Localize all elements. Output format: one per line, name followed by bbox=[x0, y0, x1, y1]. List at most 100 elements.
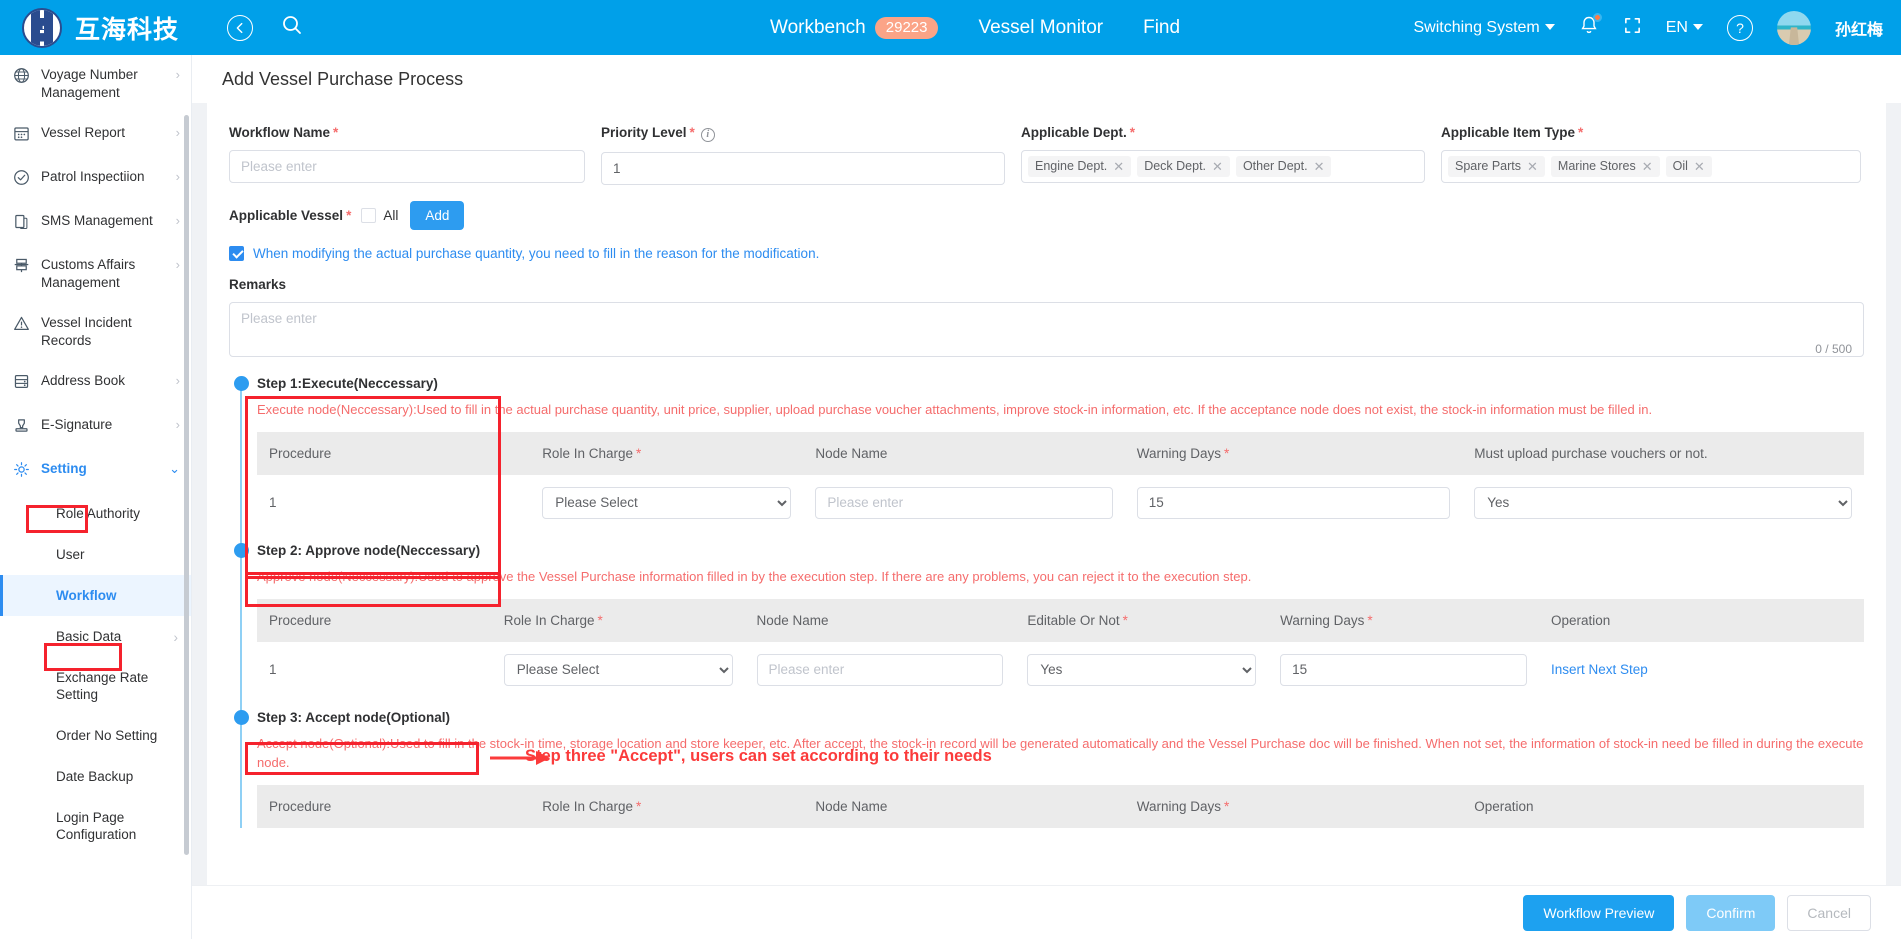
sidebar-item-setting[interactable]: Setting ⌄ bbox=[0, 449, 191, 493]
back-arrow-icon[interactable] bbox=[227, 14, 254, 41]
close-icon[interactable]: ✕ bbox=[1314, 159, 1325, 174]
add-vessel-button[interactable]: Add bbox=[410, 200, 465, 230]
node-name-input[interactable] bbox=[756, 653, 1004, 686]
top-right-actions: Switching System EN ? 孙红梅 bbox=[1413, 0, 1883, 55]
cancel-button[interactable]: Cancel bbox=[1787, 894, 1871, 931]
role-in-charge-select[interactable]: Please Select bbox=[542, 486, 792, 519]
sidebar-item-patrol-inspection[interactable]: Patrol Inspectiion › bbox=[0, 157, 191, 201]
modify-reason-checkbox[interactable] bbox=[229, 245, 244, 261]
applicable-item-type-select[interactable]: Spare Parts ✕ Marine Stores ✕ Oil ✕ bbox=[1441, 150, 1861, 183]
col-node-name: Node Name bbox=[803, 784, 1125, 828]
sidebar-item-customs-affairs-management[interactable]: Customs Affairs Management › bbox=[0, 245, 191, 303]
tag-item[interactable]: Deck Dept. ✕ bbox=[1137, 156, 1230, 177]
tag-item[interactable]: Engine Dept. ✕ bbox=[1028, 156, 1132, 177]
sidebar-subitem-date-backup[interactable]: Date Backup bbox=[0, 756, 191, 797]
sidebar-subitem-label: Basic Data bbox=[56, 629, 122, 644]
warning-days-input[interactable] bbox=[1280, 653, 1527, 686]
confirm-button[interactable]: Confirm bbox=[1686, 894, 1776, 931]
warning-days-input[interactable] bbox=[1136, 486, 1451, 519]
sidebar-scroll-area: Voyage Number Management › Vessel Report… bbox=[0, 55, 191, 855]
nav-vessel-monitor[interactable]: Vessel Monitor bbox=[978, 17, 1103, 39]
chevron-right-icon: › bbox=[175, 125, 180, 140]
sidebar-item-sms-management[interactable]: SMS Management › bbox=[0, 201, 191, 245]
remarks-counter: 0 / 500 bbox=[1815, 341, 1852, 356]
tag-item[interactable]: Marine Stores ✕ bbox=[1550, 156, 1660, 177]
main-content: Add Vessel Purchase Process Workflow Nam… bbox=[192, 55, 1901, 939]
sidebar-subitem-user[interactable]: User bbox=[0, 534, 191, 575]
sidebar-subitem-login-page-configuration[interactable]: Login Page Configuration bbox=[0, 797, 191, 855]
insert-next-step-link[interactable]: Insert Next Step bbox=[1551, 662, 1648, 677]
tag-item[interactable]: Other Dept. ✕ bbox=[1235, 156, 1332, 177]
sidebar-subitem-exchange-rate-setting[interactable]: Exchange Rate Setting bbox=[0, 657, 191, 715]
required-asterisk: * bbox=[1224, 445, 1230, 461]
tag-item[interactable]: Oil ✕ bbox=[1665, 156, 1712, 177]
applicable-vessel-all-checkbox[interactable] bbox=[361, 207, 377, 223]
col-warning-days: Warning Days * bbox=[1124, 431, 1463, 475]
col-procedure: Procedure bbox=[257, 598, 492, 642]
priority-level-input[interactable] bbox=[601, 151, 1005, 185]
form-scroll-body: Workflow Name* Priority Level*i Applicab… bbox=[207, 103, 1886, 885]
col-label: Warning Days bbox=[1136, 798, 1222, 814]
avatar[interactable] bbox=[1776, 10, 1811, 45]
remarks-textarea[interactable] bbox=[229, 301, 1864, 357]
chevron-right-icon: › bbox=[175, 169, 180, 184]
sidebar-subitem-order-no-setting[interactable]: Order No Setting bbox=[0, 715, 191, 756]
sidebar-scrollbar[interactable] bbox=[184, 115, 189, 855]
workflow-preview-button[interactable]: Workflow Preview bbox=[1523, 894, 1675, 931]
cell-node-name bbox=[744, 641, 1016, 698]
sidebar-item-voyage-number-management[interactable]: Voyage Number Management › bbox=[0, 55, 191, 113]
tag-item[interactable]: Spare Parts ✕ bbox=[1448, 156, 1545, 177]
col-label: Node Name bbox=[756, 612, 829, 628]
brand-logo[interactable]: 互海科技 bbox=[22, 7, 179, 48]
step-1-title: Step 1:Execute(Neccessary) bbox=[257, 375, 438, 391]
switching-system-dropdown[interactable]: Switching System bbox=[1413, 19, 1555, 37]
sidebar-subitem-workflow[interactable]: Workflow bbox=[0, 575, 191, 616]
workflow-name-input[interactable] bbox=[229, 150, 585, 183]
help-circle-icon[interactable]: ? bbox=[1726, 14, 1753, 41]
sidebar-subitem-basic-data[interactable]: Basic Data › bbox=[0, 616, 191, 657]
col-procedure: Procedure bbox=[257, 784, 531, 828]
sidebar-item-vessel-incident-records[interactable]: Vessel Incident Records bbox=[0, 303, 191, 361]
close-icon[interactable]: ✕ bbox=[1694, 159, 1705, 174]
label-text: Applicable Item Type bbox=[1441, 125, 1576, 140]
close-icon[interactable]: ✕ bbox=[1113, 159, 1124, 174]
node-name-input[interactable] bbox=[815, 486, 1113, 519]
language-selector[interactable]: EN bbox=[1666, 19, 1703, 37]
must-upload-voucher-select[interactable]: Yes bbox=[1474, 486, 1852, 519]
role-in-charge-select[interactable]: Please Select bbox=[503, 653, 733, 686]
customs-icon bbox=[13, 257, 37, 277]
editable-or-not-select[interactable]: Yes bbox=[1027, 653, 1257, 686]
sidebar-item-e-signature[interactable]: E-Signature › bbox=[0, 405, 191, 449]
form-row-primary: Workflow Name* Priority Level*i Applicab… bbox=[229, 103, 1864, 185]
close-icon[interactable]: ✕ bbox=[1212, 159, 1223, 174]
sidebar-item-address-book[interactable]: Address Book › bbox=[0, 361, 191, 405]
field-priority-level: Priority Level * i bbox=[601, 125, 1021, 185]
sidebar-item-vessel-report[interactable]: Vessel Report › bbox=[0, 113, 191, 157]
search-icon[interactable] bbox=[281, 14, 303, 41]
step-2-title: Step 2: Approve node(Neccessary) bbox=[257, 542, 481, 558]
globe-icon bbox=[13, 67, 37, 87]
workflow-steps: Step 1:Execute(Neccessary) Execute node(… bbox=[229, 375, 1864, 828]
applicable-item-type-label: Applicable Item Type * bbox=[1441, 125, 1861, 140]
field-applicable-dept: Applicable Dept. * Engine Dept. ✕ Deck Dep… bbox=[1021, 125, 1441, 185]
col-role-in-charge: Role In Charge * bbox=[491, 598, 745, 642]
col-label: Role In Charge bbox=[542, 445, 633, 461]
sidebar-subitem-role-authority[interactable]: Role Authority bbox=[0, 493, 191, 534]
form-footer: Workflow Preview Confirm Cancel bbox=[192, 885, 1901, 939]
page-title: Add Vessel Purchase Process bbox=[222, 68, 464, 89]
applicable-dept-select[interactable]: Engine Dept. ✕ Deck Dept. ✕ Other Dept. ✕ bbox=[1021, 150, 1425, 183]
required-asterisk: * bbox=[636, 445, 642, 461]
col-procedure: Procedure bbox=[257, 431, 531, 475]
close-icon[interactable]: ✕ bbox=[1642, 159, 1653, 174]
tag-label: Other Dept. bbox=[1242, 159, 1308, 173]
close-icon[interactable]: ✕ bbox=[1527, 159, 1538, 174]
nav-workbench[interactable]: Workbench 29223 bbox=[770, 16, 939, 39]
fullscreen-icon[interactable] bbox=[1623, 16, 1642, 40]
nav-find[interactable]: Find bbox=[1143, 17, 1180, 39]
col-warning-days: Warning Days * bbox=[1124, 784, 1463, 828]
company-logo-icon bbox=[22, 7, 62, 48]
notification-bell-icon[interactable] bbox=[1579, 12, 1602, 41]
form-card: Workflow Name* Priority Level*i Applicab… bbox=[207, 103, 1886, 885]
address-book-icon bbox=[13, 373, 37, 393]
info-circle-icon[interactable]: i bbox=[700, 127, 715, 142]
